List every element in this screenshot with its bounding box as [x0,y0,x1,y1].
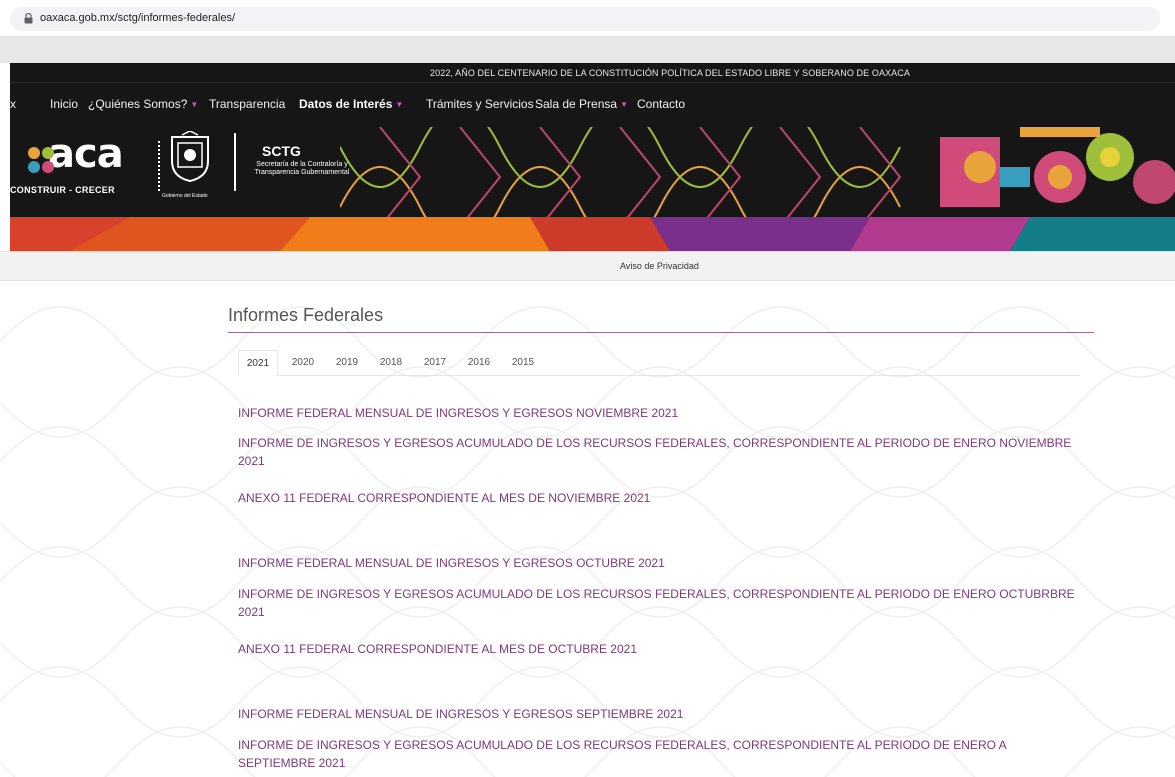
tab-2018[interactable]: 2018 [374,350,408,376]
sctg-divider [234,133,236,191]
report-link-8[interactable]: INFORME DE INGRESOS Y EGRESOS ACUMULADO … [238,736,1084,772]
nav-label: ¿Quiénes Somos? [88,97,188,111]
tab-2017[interactable]: 2017 [418,350,452,376]
tab-2015[interactable]: 2015 [506,350,540,376]
tab-2019[interactable]: 2019 [330,350,364,376]
site-header: 2022, AÑO DEL CENTENARIO DE LA CONSTITUC… [10,63,1175,251]
caret-down-icon: ▼ [395,100,404,109]
caret-down-icon: ▼ [190,100,199,109]
gobierno-label: Gobierno del Estado [162,193,208,199]
privacy-link[interactable]: Aviso de Privacidad [620,261,699,271]
report-link-3[interactable]: ANEXO 11 FEDERAL CORRESPONDIENTE AL MES … [238,489,1084,507]
nav-item-tramites-y-servicios[interactable]: Trámites y Servicios [426,97,534,111]
report-link-2[interactable]: INFORME DE INGRESOS Y EGRESOS ACUMULADO … [238,434,1084,470]
logo-tagline: CONSTRUIR - CRECER [10,185,115,195]
nav-label: Contacto [637,97,686,111]
nav-label: Inicio [50,97,79,111]
logo-flower-icon [28,147,54,173]
caret-down-icon: ▼ [620,100,628,109]
nav-label: Transparencia [209,97,286,111]
nav-item-datos-de-interes[interactable]: Datos de Interés ▼ [299,97,403,111]
nav-label: Sala de Prensa [535,97,618,111]
report-link-6[interactable]: ANEXO 11 FEDERAL CORRESPONDIENTE AL MES … [238,640,1084,658]
logo-divider [158,141,160,191]
nav-item-partial[interactable]: mx [10,97,16,111]
sctg-title[interactable]: SCTG [262,143,301,159]
nav-item-quienes-somos[interactable]: ¿Quiénes Somos? ▼ [88,97,198,111]
main-nav: mx Inicio ¿Quiénes Somos?▼ Transparencia… [10,91,1175,119]
top-strip [0,37,1175,63]
tab-2021[interactable]: 2021 [238,350,278,376]
report-link-1[interactable]: INFORME FEDERAL MENSUAL DE INGRESOS Y EG… [238,404,1084,422]
nav-item-sala-de-prensa[interactable]: Sala de Prensa ▼ [535,97,628,111]
header-color-band [10,217,1175,251]
address-field[interactable]: oaxaca.gob.mx/sctg/informes-federales/ [10,7,1160,31]
tab-2016[interactable]: 2016 [462,350,496,376]
nav-item-contacto[interactable]: Contacto [637,97,685,111]
page-title: Informes Federales [228,305,384,325]
report-link-7[interactable]: INFORME FEDERAL MENSUAL DE INGRESOS Y EG… [238,705,1084,723]
header-pattern [340,127,1175,227]
nav-item-inicio[interactable]: Inicio [50,97,78,111]
announcement-bar: 2022, AÑO DEL CENTENARIO DE LA CONSTITUC… [10,63,1175,83]
nav-label: Datos de Interés [299,97,393,111]
privacy-strip: Aviso de Privacidad [0,251,1175,281]
nav-item-transparencia[interactable]: Transparencia [209,97,285,111]
nav-label: Trámites y Servicios [426,97,534,111]
announcement-text: 2022, AÑO DEL CENTENARIO DE LA CONSTITUC… [430,68,910,78]
logo-wordmark[interactable]: aca [48,131,124,177]
year-tabs: 2021 2020 2019 2018 2017 2016 2015 [238,350,1080,376]
url-text[interactable]: oaxaca.gob.mx/sctg/informes-federales/ [40,12,235,24]
report-link-5[interactable]: INFORME DE INGRESOS Y EGRESOS ACUMULADO … [238,585,1084,621]
state-shield-icon [171,131,209,183]
browser-url-bar: oaxaca.gob.mx/sctg/informes-federales/ [0,0,1175,37]
tab-2020[interactable]: 2020 [286,350,320,376]
lock-icon [24,13,33,24]
title-rule [228,332,1094,333]
report-link-4[interactable]: INFORME FEDERAL MENSUAL DE INGRESOS Y EG… [238,554,1084,572]
